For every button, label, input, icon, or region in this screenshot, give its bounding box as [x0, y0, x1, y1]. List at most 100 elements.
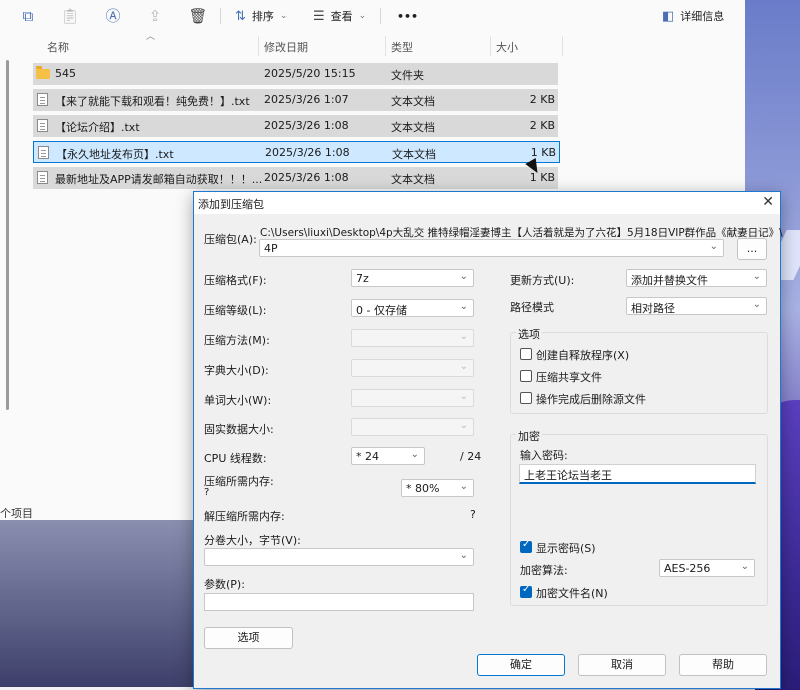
cpu-label: CPU 线程数:	[204, 452, 267, 465]
path-mode-select[interactable]: 相对路径 ⌄	[626, 297, 767, 315]
volume-label: 分卷大小，字节(V):	[204, 534, 301, 547]
file-row-selected[interactable]: 【永久地址发布页】.txt 2025/3/26 1:08 文本文档 1 KB	[33, 141, 560, 163]
path-mode-label: 路径模式	[510, 301, 554, 314]
cancel-button[interactable]: 取消	[578, 654, 666, 676]
update-select[interactable]: 添加并替换文件 ⌄	[626, 269, 767, 287]
file-type: 文本文档	[391, 121, 435, 134]
file-type: 文件夹	[391, 69, 424, 82]
file-name: 【来了就能下载和观看！纯免费！】.txt	[55, 95, 250, 108]
dialog-title: 添加到压缩包	[198, 198, 264, 211]
level-select[interactable]: 0 - 仅存储 ⌄	[351, 299, 474, 317]
chevron-down-icon: ⌄	[410, 449, 419, 460]
cpu-total: / 24	[460, 450, 482, 463]
column-header-date[interactable]: 修改日期	[264, 39, 308, 55]
column-header-name[interactable]: 名称	[47, 39, 69, 55]
text-file-icon	[37, 171, 48, 184]
mem-select[interactable]: * 80% ⌄	[401, 479, 474, 497]
file-row[interactable]: 【论坛介绍】.txt 2025/3/26 1:08 文本文档 2 KB	[33, 115, 558, 137]
options-button[interactable]: 选项	[204, 627, 293, 649]
encryption-method-select[interactable]: AES-256 ⌄	[659, 559, 755, 577]
more-button[interactable]: •••	[397, 7, 418, 25]
details-button[interactable]: ◧ 详细信息	[662, 7, 724, 25]
chevron-down-icon: ⌄	[358, 11, 367, 21]
solid-select[interactable]: ⌄	[351, 418, 474, 436]
explorer-toolbar: ⧉ 📋︎ Ⓐ ⇪ 🗑︎ ⇅ 排序 ⌄ ☰ 查看 ⌄ ••• ◧ 详细信息	[0, 0, 745, 32]
file-row[interactable]: 545 2025/5/20 15:15 文件夹	[33, 63, 558, 85]
more-icon: •••	[397, 9, 419, 23]
cpu-value: * 24	[356, 450, 379, 463]
encryption-method-label: 加密算法:	[520, 564, 568, 577]
format-select[interactable]: 7z ⌄	[351, 269, 474, 287]
file-row[interactable]: 【来了就能下载和观看！纯免费！】.txt 2025/3/26 1:07 文本文档…	[33, 89, 558, 111]
close-icon[interactable]: ✕	[762, 194, 774, 210]
update-label: 更新方式(U):	[510, 274, 575, 287]
help-button[interactable]: 帮助	[679, 654, 767, 676]
word-select[interactable]: ⌄	[351, 389, 474, 407]
params-input[interactable]	[204, 593, 474, 611]
add-to-archive-dialog: 添加到压缩包 ✕ 压缩包(A): C:\Users\liuxi\Desktop\…	[193, 191, 783, 689]
column-divider[interactable]	[490, 36, 491, 56]
browse-button[interactable]: ...	[737, 238, 767, 260]
delete-source-checkbox[interactable]	[520, 392, 532, 404]
file-name: 【论坛介绍】.txt	[55, 121, 140, 134]
dict-label: 字典大小(D):	[204, 364, 269, 377]
column-divider[interactable]	[562, 36, 563, 56]
details-pane-icon: ◧	[662, 8, 675, 24]
chevron-down-icon: ⌄	[459, 331, 468, 342]
show-password-checkbox[interactable]	[520, 539, 532, 553]
method-label: 压缩方法(M):	[204, 334, 270, 347]
details-label: 详细信息	[680, 10, 725, 23]
file-date: 2025/3/26 1:08	[265, 146, 350, 159]
desktop-background	[0, 520, 195, 687]
chevron-down-icon: ⌄	[459, 361, 468, 372]
archive-name-combo[interactable]: 4P ⌄	[259, 239, 724, 257]
shared-checkbox[interactable]	[520, 370, 532, 382]
file-row[interactable]: 最新地址及APP请发邮箱自动获取！！！... 2025/3/26 1:08 文本…	[33, 167, 558, 189]
mem-comp-label: 压缩所需内存:	[204, 475, 274, 488]
delete-icon[interactable]: 🗑︎	[187, 6, 209, 26]
toolbar-divider	[220, 8, 221, 24]
rename-icon[interactable]: Ⓐ	[102, 6, 124, 26]
column-header-size[interactable]: 大小	[496, 39, 518, 55]
archive-name-value: 4P	[264, 242, 278, 255]
chevron-down-icon: ⌄	[459, 301, 468, 312]
cpu-select[interactable]: * 24 ⌄	[351, 447, 425, 465]
scrollbar[interactable]	[6, 60, 9, 410]
encrypt-names-checkbox[interactable]	[520, 584, 532, 598]
view-button[interactable]: ☰ 查看 ⌄	[313, 7, 366, 25]
chevron-down-icon: ⌄	[279, 11, 288, 21]
password-input[interactable]: 上老王论坛当老王	[519, 464, 756, 484]
chevron-down-icon: ⌄	[752, 271, 761, 282]
method-select[interactable]: ⌄	[351, 329, 474, 347]
archive-path: C:\Users\liuxi\Desktop\4p大乱交 推特绿帽淫妻博主【人活…	[260, 227, 783, 239]
file-name: 545	[55, 67, 76, 80]
mem-comp-value: ?	[204, 487, 210, 498]
file-size: 2 KB	[529, 119, 555, 132]
shared-label: 压缩共享文件	[536, 371, 602, 384]
sfx-checkbox[interactable]	[520, 348, 532, 360]
chevron-down-icon: ⌄	[459, 391, 468, 402]
sort-button[interactable]: ⇅ 排序 ⌄	[235, 7, 287, 25]
column-divider[interactable]	[385, 36, 386, 56]
mem-value: * 80%	[406, 482, 440, 495]
paste-icon[interactable]: 📋︎	[59, 6, 81, 26]
format-value: 7z	[356, 272, 369, 285]
level-value: 0 - 仅存储	[356, 304, 407, 317]
sort-icon: ⇅	[235, 8, 246, 24]
chevron-down-icon: ⌄	[459, 550, 468, 561]
file-date: 2025/3/26 1:07	[264, 93, 349, 106]
ok-button[interactable]: 确定	[477, 654, 565, 676]
share-icon[interactable]: ⇪	[144, 6, 166, 26]
volume-combo[interactable]: ⌄	[204, 548, 474, 566]
chevron-down-icon: ⌄	[459, 420, 468, 431]
chevron-down-icon: ⌄	[459, 481, 468, 492]
copy-icon[interactable]: ⧉	[17, 6, 39, 26]
dict-select[interactable]: ⌄	[351, 359, 474, 377]
toolbar-divider	[380, 8, 381, 24]
column-header-type[interactable]: 类型	[391, 39, 413, 55]
view-icon: ☰	[313, 8, 325, 24]
path-mode-value: 相对路径	[631, 302, 675, 315]
column-divider[interactable]	[258, 36, 259, 56]
folder-icon	[36, 66, 50, 79]
password-value: 上老王论坛当老王	[524, 469, 612, 482]
